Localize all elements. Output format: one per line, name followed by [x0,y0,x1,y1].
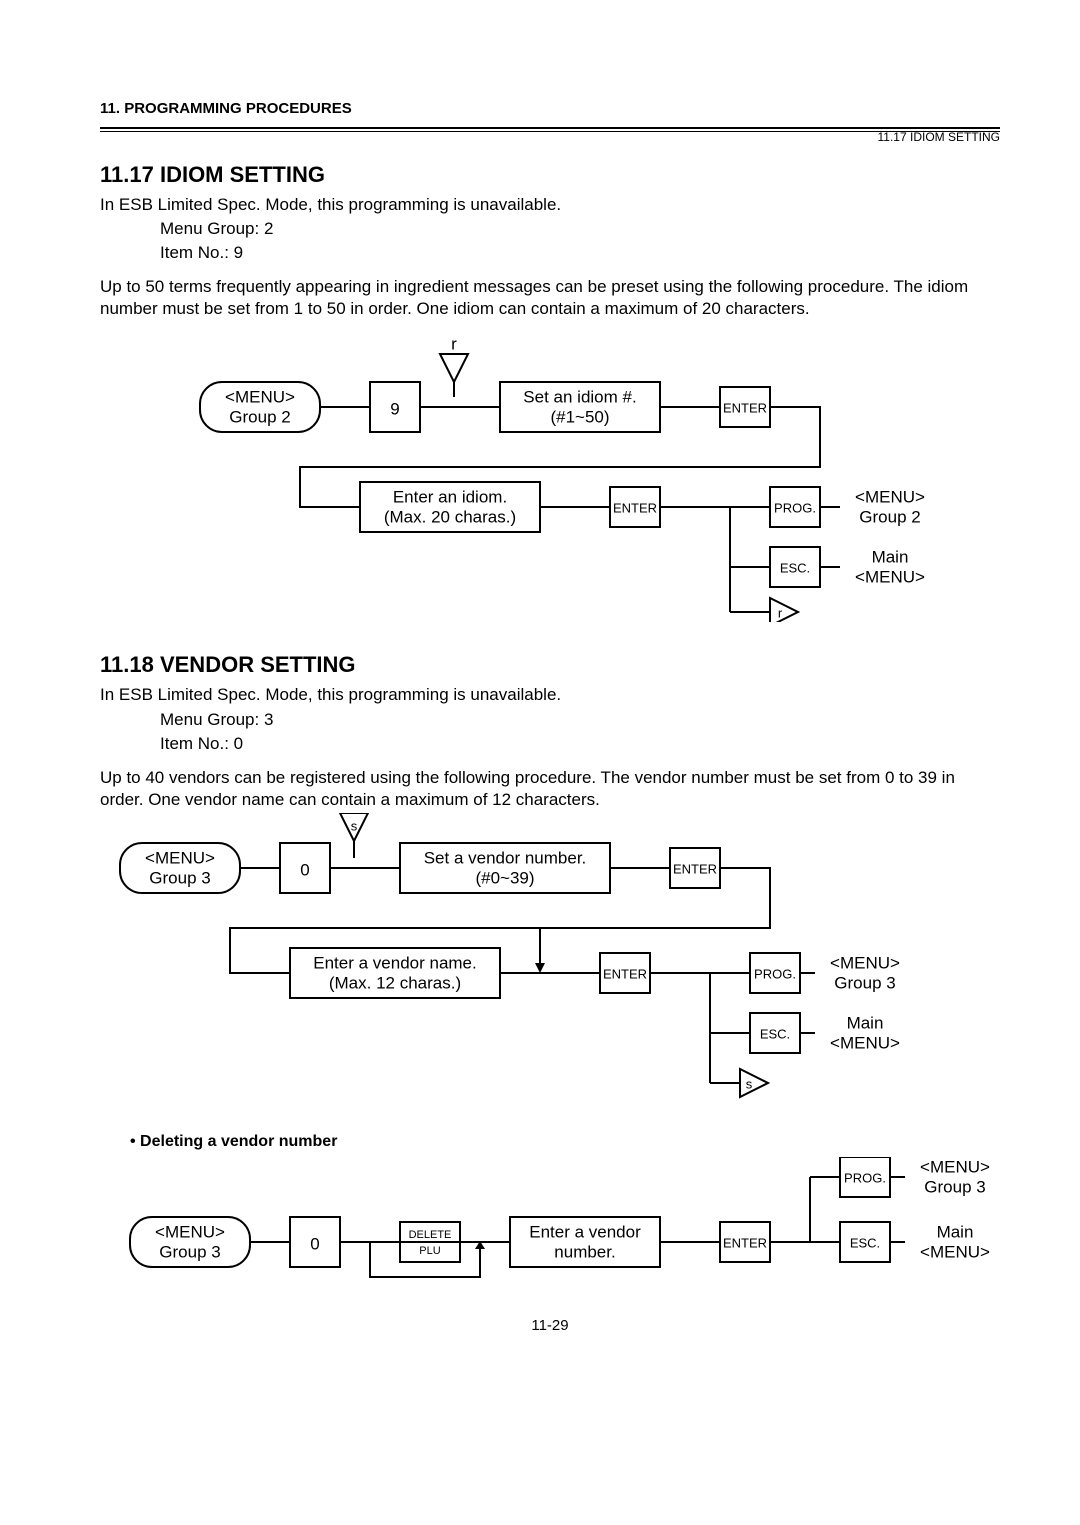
svg-text:ESC.: ESC. [760,1026,790,1041]
svg-text:(#1~50): (#1~50) [550,408,609,427]
svg-text:number.: number. [554,1242,615,1261]
svg-text:DELETE: DELETE [409,1229,452,1241]
svg-text:<MENU>: <MENU> [145,848,215,867]
svg-text:Main: Main [847,1013,884,1032]
delete-vendor-heading: • Deleting a vendor number [130,1133,1000,1151]
svg-text:0: 0 [300,860,309,879]
svg-text:0: 0 [310,1234,319,1253]
svg-text:<MENU>: <MENU> [830,1033,900,1052]
svg-text:Set an idiom #.: Set an idiom #. [523,388,636,407]
s18-flowchart: s <MENU> Group 3 0 Set a vendor number. … [100,813,1000,1123]
svg-text:s: s [351,818,358,833]
s17-item-no: Item No.: 9 [160,242,1000,264]
svg-text:Group 2: Group 2 [859,508,920,527]
svg-text:<MENU>: <MENU> [855,488,925,507]
s18-menu-group: Menu Group: 3 [160,709,1000,731]
header-section: 11.17 IDIOM SETTING [878,130,1000,144]
svg-text:Main: Main [937,1222,974,1241]
s17-description: Up to 50 terms frequently appearing in i… [100,276,1000,320]
svg-text:PROG.: PROG. [844,1170,886,1185]
svg-text:Enter a vendor: Enter a vendor [529,1222,641,1241]
section-17-title: 11.17 IDIOM SETTING [100,162,1000,188]
svg-text:Set a vendor number.: Set a vendor number. [424,848,587,867]
svg-text:Group 2: Group 2 [229,408,290,427]
svg-text:<MENU>: <MENU> [920,1157,990,1176]
svg-text:Main: Main [872,548,909,567]
page-number: 11-29 [100,1317,1000,1334]
svg-text:r: r [778,606,783,621]
svg-text:PLU: PLU [419,1245,440,1257]
svg-text:s: s [746,1076,753,1091]
svg-text:Enter a vendor name.: Enter a vendor name. [313,953,476,972]
s18-intro: In ESB Limited Spec. Mode, this programm… [100,684,1000,706]
svg-text:r: r [451,335,457,354]
header-chapter: 11. PROGRAMMING PROCEDURES [100,100,1000,117]
svg-text:Group 3: Group 3 [834,973,895,992]
svg-text:PROG.: PROG. [754,966,796,981]
svg-text:Group 3: Group 3 [159,1242,220,1261]
svg-text:ENTER: ENTER [613,501,657,516]
s17-menu-group: Menu Group: 2 [160,218,1000,240]
svg-text:Enter an idiom.: Enter an idiom. [393,488,507,507]
svg-text:(Max. 12 charas.): (Max. 12 charas.) [329,973,461,992]
svg-text:ENTER: ENTER [673,861,717,876]
svg-text:Group 3: Group 3 [149,868,210,887]
svg-text:<MENU>: <MENU> [225,388,295,407]
svg-text:Group 3: Group 3 [924,1177,985,1196]
svg-text:<MENU>: <MENU> [155,1222,225,1241]
s17-intro: In ESB Limited Spec. Mode, this programm… [100,194,1000,216]
svg-text:ENTER: ENTER [723,401,767,416]
svg-text:ENTER: ENTER [723,1235,767,1250]
s18-item-no: Item No.: 0 [160,733,1000,755]
svg-text:(#0~39): (#0~39) [475,868,534,887]
svg-text:ENTER: ENTER [603,966,647,981]
svg-text:PROG.: PROG. [774,501,816,516]
s18-description: Up to 40 vendors can be registered using… [100,767,1000,811]
header-rule-2 [100,131,1000,132]
svg-text:<MENU>: <MENU> [830,953,900,972]
header-rule-1 [100,127,1000,129]
svg-text:<MENU>: <MENU> [920,1242,990,1261]
svg-text:ESC.: ESC. [780,561,810,576]
svg-text:<MENU>: <MENU> [855,568,925,587]
s18-delete-flowchart: PROG. <MENU> Group 3 <MENU> Group 3 0 DE… [100,1157,1020,1287]
svg-text:9: 9 [390,400,399,419]
svg-text:(Max. 20 charas.): (Max. 20 charas.) [384,508,516,527]
svg-text:ESC.: ESC. [850,1235,880,1250]
s17-flowchart: r <MENU> Group 2 9 Set an idiom #. (#1~5… [130,322,1030,622]
section-18-title: 11.18 VENDOR SETTING [100,652,1000,678]
